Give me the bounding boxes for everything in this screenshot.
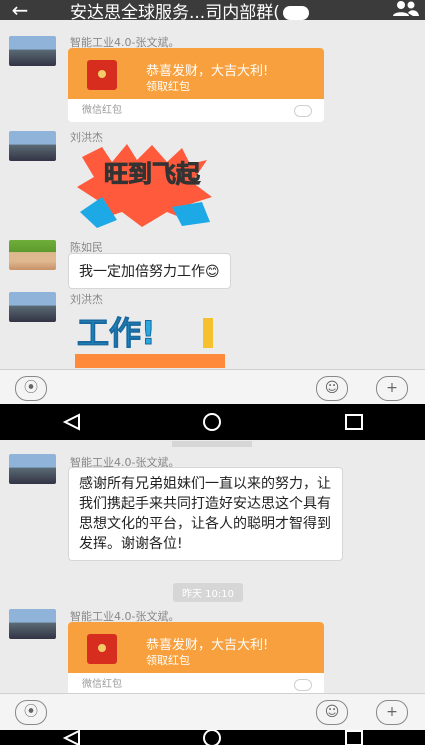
input-bar: ⦿ ☺ + — [0, 369, 425, 406]
home-nav-icon[interactable] — [197, 730, 227, 745]
red-packet-action: 领取红包 — [146, 80, 190, 93]
recents-nav-icon[interactable] — [339, 730, 369, 745]
android-nav-bar — [0, 730, 425, 745]
emoji-icon[interactable]: ☺ — [316, 700, 348, 725]
avatar[interactable] — [9, 240, 56, 270]
plus-icon[interactable]: + — [376, 700, 408, 725]
back-nav-icon[interactable] — [56, 730, 86, 745]
sticker-text: 旺到飞起 — [104, 160, 201, 188]
red-packet-card[interactable]: 恭喜发财，大吉大利! 领取红包 微信红包 — [68, 622, 324, 696]
back-arrow-icon[interactable]: ← — [0, 0, 40, 22]
message-bubble[interactable]: 感谢所有兄弟姐妹们一直以来的努力，让我们携起手来共同打造好安达思这个具有思想文化… — [68, 467, 343, 561]
red-envelope-icon — [87, 60, 117, 90]
sticker-image[interactable]: 旺到飞起 — [72, 142, 214, 230]
avatar[interactable] — [9, 454, 56, 484]
cut-timestamp — [172, 441, 252, 447]
red-packet-greeting: 恭喜发财，大吉大利! — [146, 64, 269, 79]
people-icon[interactable] — [385, 0, 425, 20]
red-envelope-icon — [87, 634, 117, 664]
input-bar: ⦿ ☺ + — [0, 693, 425, 730]
home-nav-icon[interactable] — [197, 407, 227, 437]
voice-icon[interactable]: ⦿ — [15, 376, 47, 401]
red-packet-footer: 微信红包 — [82, 105, 122, 116]
plus-icon[interactable]: + — [376, 376, 408, 401]
sender-name: 刘洪杰 — [70, 293, 103, 306]
sticker-image[interactable]: 工作! — [75, 306, 225, 368]
wechat-pay-logo-icon — [294, 105, 312, 117]
chat-title: 安达思全球服务...司内部群( — [40, 0, 385, 23]
red-packet-footer: 微信红包 — [82, 679, 122, 690]
wechat-pay-logo-icon — [294, 679, 312, 691]
avatar[interactable] — [9, 36, 56, 66]
red-packet-action: 领取红包 — [146, 654, 190, 667]
avatar[interactable] — [9, 292, 56, 322]
recents-nav-icon[interactable] — [339, 407, 369, 437]
emoji-icon[interactable]: ☺ — [316, 376, 348, 401]
chat-header: ← 安达思全球服务...司内部群( — [0, 0, 425, 23]
blurred-badge — [282, 5, 309, 20]
avatar[interactable] — [9, 609, 56, 639]
voice-icon[interactable]: ⦿ — [15, 700, 47, 725]
android-nav-bar — [0, 404, 425, 440]
timestamp: 昨天 10:10 — [173, 583, 243, 602]
avatar[interactable] — [9, 131, 56, 161]
red-packet-card[interactable]: 恭喜发财，大吉大利! 领取红包 微信红包 — [68, 48, 324, 122]
sticker-text: 工作! — [77, 314, 156, 352]
red-packet-greeting: 恭喜发财，大吉大利! — [146, 638, 269, 653]
message-bubble[interactable]: 我一定加倍努力工作😊 — [68, 253, 231, 289]
back-nav-icon[interactable] — [56, 407, 86, 437]
